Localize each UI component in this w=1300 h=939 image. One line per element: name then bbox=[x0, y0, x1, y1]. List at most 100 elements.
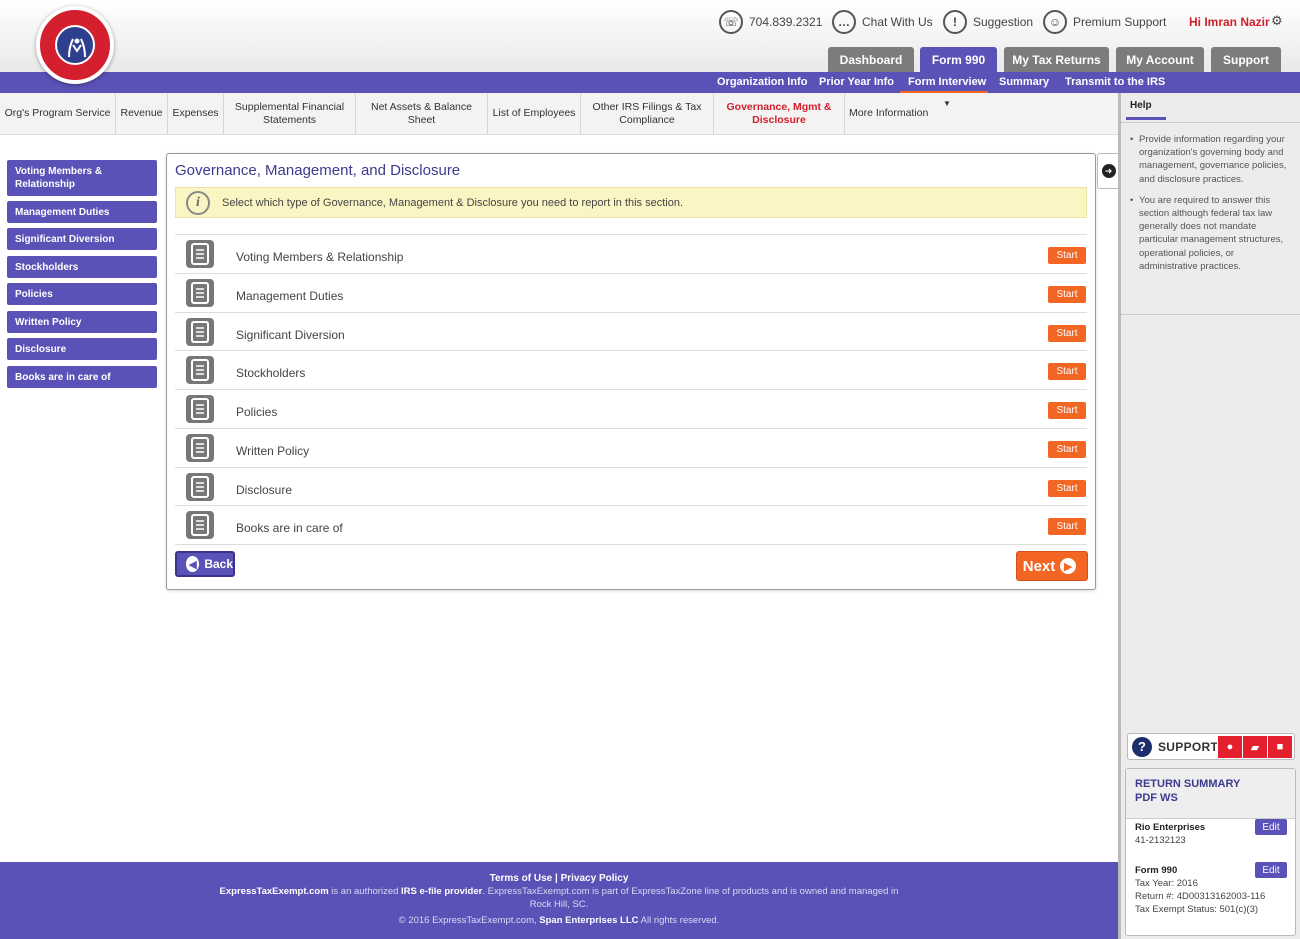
suggestion-link[interactable]: ! Suggestion bbox=[943, 10, 1033, 34]
subnav-summary[interactable]: Summary bbox=[999, 76, 1049, 88]
privacy-link[interactable]: Privacy Policy bbox=[561, 873, 629, 884]
terms-link[interactable]: Terms of Use bbox=[490, 873, 553, 884]
list-item: Significant Diversion Start bbox=[175, 312, 1087, 351]
help-item: Provide information regarding your organ… bbox=[1127, 133, 1294, 186]
next-label: Next bbox=[1022, 557, 1056, 575]
start-button[interactable]: Start bbox=[1048, 247, 1086, 264]
subnav-prior-year-info[interactable]: Prior Year Info bbox=[819, 76, 894, 88]
start-button[interactable]: Start bbox=[1048, 325, 1086, 342]
chat-bubble-icon[interactable]: ▰ bbox=[1242, 736, 1267, 758]
start-button[interactable]: Start bbox=[1048, 518, 1086, 535]
tab-orgs-program-service[interactable]: Org's Program Service bbox=[0, 93, 116, 134]
tax-year: Tax Year: 2016 bbox=[1135, 878, 1198, 889]
org-ein: 41-2132123 bbox=[1135, 835, 1186, 846]
sidebar-item-policies[interactable]: Policies bbox=[7, 283, 157, 305]
form-name: Form 990 bbox=[1135, 865, 1178, 876]
next-button[interactable]: Next ▶ bbox=[1016, 551, 1088, 581]
tab-form-990[interactable]: Form 990 bbox=[920, 47, 997, 72]
tab-list-of-employees[interactable]: List of Employees bbox=[488, 93, 581, 134]
suggestion-label: Suggestion bbox=[973, 15, 1034, 29]
question-icon[interactable]: ? bbox=[1132, 736, 1152, 757]
page-title: Governance, Management, and Disclosure bbox=[175, 162, 461, 179]
sub-navigation: Organization Info Prior Year Info Form I… bbox=[0, 72, 1300, 93]
video-icon[interactable]: ■ bbox=[1267, 736, 1292, 758]
divider bbox=[175, 544, 1087, 545]
start-button[interactable]: Start bbox=[1048, 480, 1086, 497]
collapse-help-toggle[interactable]: ➜ bbox=[1097, 153, 1119, 189]
row-label: Books are in care of bbox=[236, 521, 343, 535]
start-button[interactable]: Start bbox=[1048, 363, 1086, 380]
sidebar-item-stockholders[interactable]: Stockholders bbox=[7, 256, 157, 278]
summary-title: RETURN SUMMARY bbox=[1135, 778, 1241, 790]
tab-my-tax-returns[interactable]: My Tax Returns bbox=[1004, 47, 1109, 72]
arrow-left-icon: ◀ bbox=[186, 556, 200, 572]
tab-my-account[interactable]: My Account bbox=[1116, 47, 1204, 72]
tab-dashboard[interactable]: Dashboard bbox=[828, 47, 914, 72]
footer-separator: | bbox=[554, 873, 558, 884]
phone-contact[interactable]: ☏ 704.839.2321 bbox=[719, 10, 822, 34]
footer-rights: All rights reserved. bbox=[638, 915, 720, 926]
caret-down-icon[interactable]: ▼ bbox=[943, 99, 951, 108]
express-tax-exempt-logo[interactable] bbox=[36, 6, 114, 84]
list-item: Management Duties Start bbox=[175, 273, 1087, 312]
subnav-form-interview[interactable]: Form Interview bbox=[908, 76, 986, 88]
edit-org-button[interactable]: Edit bbox=[1255, 819, 1287, 835]
premium-support-link[interactable]: ☺ Premium Support bbox=[1043, 10, 1166, 34]
sidebar-item-voting-members[interactable]: Voting Members & Relationship bbox=[7, 160, 157, 196]
tab-expenses[interactable]: Expenses bbox=[168, 93, 224, 134]
footer-provider: IRS e-file provider bbox=[401, 886, 483, 897]
top-header: ☏ 704.839.2321 … Chat With Us ! Suggesti… bbox=[0, 0, 1300, 84]
start-button[interactable]: Start bbox=[1048, 441, 1086, 458]
subnav-organization-info[interactable]: Organization Info bbox=[717, 76, 807, 88]
governance-panel: Governance, Management, and Disclosure i… bbox=[166, 153, 1096, 590]
back-button[interactable]: ◀ Back bbox=[175, 551, 235, 577]
return-summary: RETURN SUMMARY PDF WS Rio Enterprises 41… bbox=[1125, 768, 1296, 936]
document-icon bbox=[186, 511, 214, 539]
list-item: Voting Members & Relationship Start bbox=[175, 234, 1087, 273]
list-item: Books are in care of Start bbox=[175, 505, 1087, 544]
footer: Terms of Use | Privacy Policy ExpressTax… bbox=[0, 862, 1118, 939]
tab-net-assets[interactable]: Net Assets & Balance Sheet bbox=[356, 93, 488, 134]
suggestion-icon: ! bbox=[943, 10, 967, 34]
chat-link[interactable]: … Chat With Us bbox=[832, 10, 933, 34]
org-name: Rio Enterprises bbox=[1135, 822, 1206, 833]
document-icon bbox=[186, 279, 214, 307]
summary-header: RETURN SUMMARY PDF WS bbox=[1126, 769, 1295, 819]
footer-text: . ExpressTaxExempt.com is part of Expres… bbox=[482, 886, 899, 897]
row-label: Management Duties bbox=[236, 289, 344, 303]
form-summary: Form 990 Tax Year: 2016 Return #: 4D0031… bbox=[1135, 864, 1265, 916]
list-item: Policies Start bbox=[175, 389, 1087, 428]
tab-support[interactable]: Support bbox=[1211, 47, 1281, 72]
footer-copyright: © 2016 ExpressTaxExempt.com, bbox=[398, 915, 540, 926]
arrow-right-icon: ➜ bbox=[1101, 164, 1116, 178]
tab-more-information[interactable]: More Information bbox=[845, 93, 940, 134]
help-content: Provide information regarding your organ… bbox=[1121, 122, 1300, 315]
tab-supplemental-financial[interactable]: Supplemental Financial Statements bbox=[224, 93, 356, 134]
user-greeting[interactable]: Hi Imran Nazir bbox=[1189, 15, 1270, 29]
gear-icon[interactable]: ⚙ bbox=[1271, 13, 1283, 29]
start-button[interactable]: Start bbox=[1048, 286, 1086, 303]
sidebar-item-significant-diversion[interactable]: Significant Diversion bbox=[7, 228, 157, 250]
list-item: Stockholders Start bbox=[175, 350, 1087, 389]
sidebar-item-disclosure[interactable]: Disclosure bbox=[7, 338, 157, 360]
list-item: Disclosure Start bbox=[175, 467, 1087, 506]
tab-help[interactable]: Help bbox=[1126, 96, 1166, 120]
sidebar-item-written-policy[interactable]: Written Policy bbox=[7, 311, 157, 333]
row-label: Stockholders bbox=[236, 366, 306, 380]
user-support-icon: ☺ bbox=[1043, 10, 1067, 34]
footer-company: Span Enterprises LLC bbox=[539, 915, 639, 926]
tab-other-irs-filings[interactable]: Other IRS Filings & Tax Compliance bbox=[581, 93, 714, 134]
subnav-transmit[interactable]: Transmit to the IRS bbox=[1065, 76, 1165, 88]
tab-revenue[interactable]: Revenue bbox=[116, 93, 168, 134]
sidebar-item-books-care-of[interactable]: Books are in care of bbox=[7, 366, 157, 388]
document-icon bbox=[186, 473, 214, 501]
premium-support-label: Premium Support bbox=[1073, 15, 1167, 29]
summary-links[interactable]: PDF WS bbox=[1135, 791, 1295, 805]
phone-number: 704.839.2321 bbox=[749, 15, 823, 29]
person-icon[interactable]: ● bbox=[1217, 736, 1242, 758]
sidebar-item-management-duties[interactable]: Management Duties bbox=[7, 201, 157, 223]
start-button[interactable]: Start bbox=[1048, 402, 1086, 419]
info-banner: i Select which type of Governance, Manag… bbox=[175, 187, 1087, 218]
edit-form-button[interactable]: Edit bbox=[1255, 862, 1287, 878]
tab-governance[interactable]: Governance, Mgmt & Disclosure bbox=[714, 93, 845, 134]
